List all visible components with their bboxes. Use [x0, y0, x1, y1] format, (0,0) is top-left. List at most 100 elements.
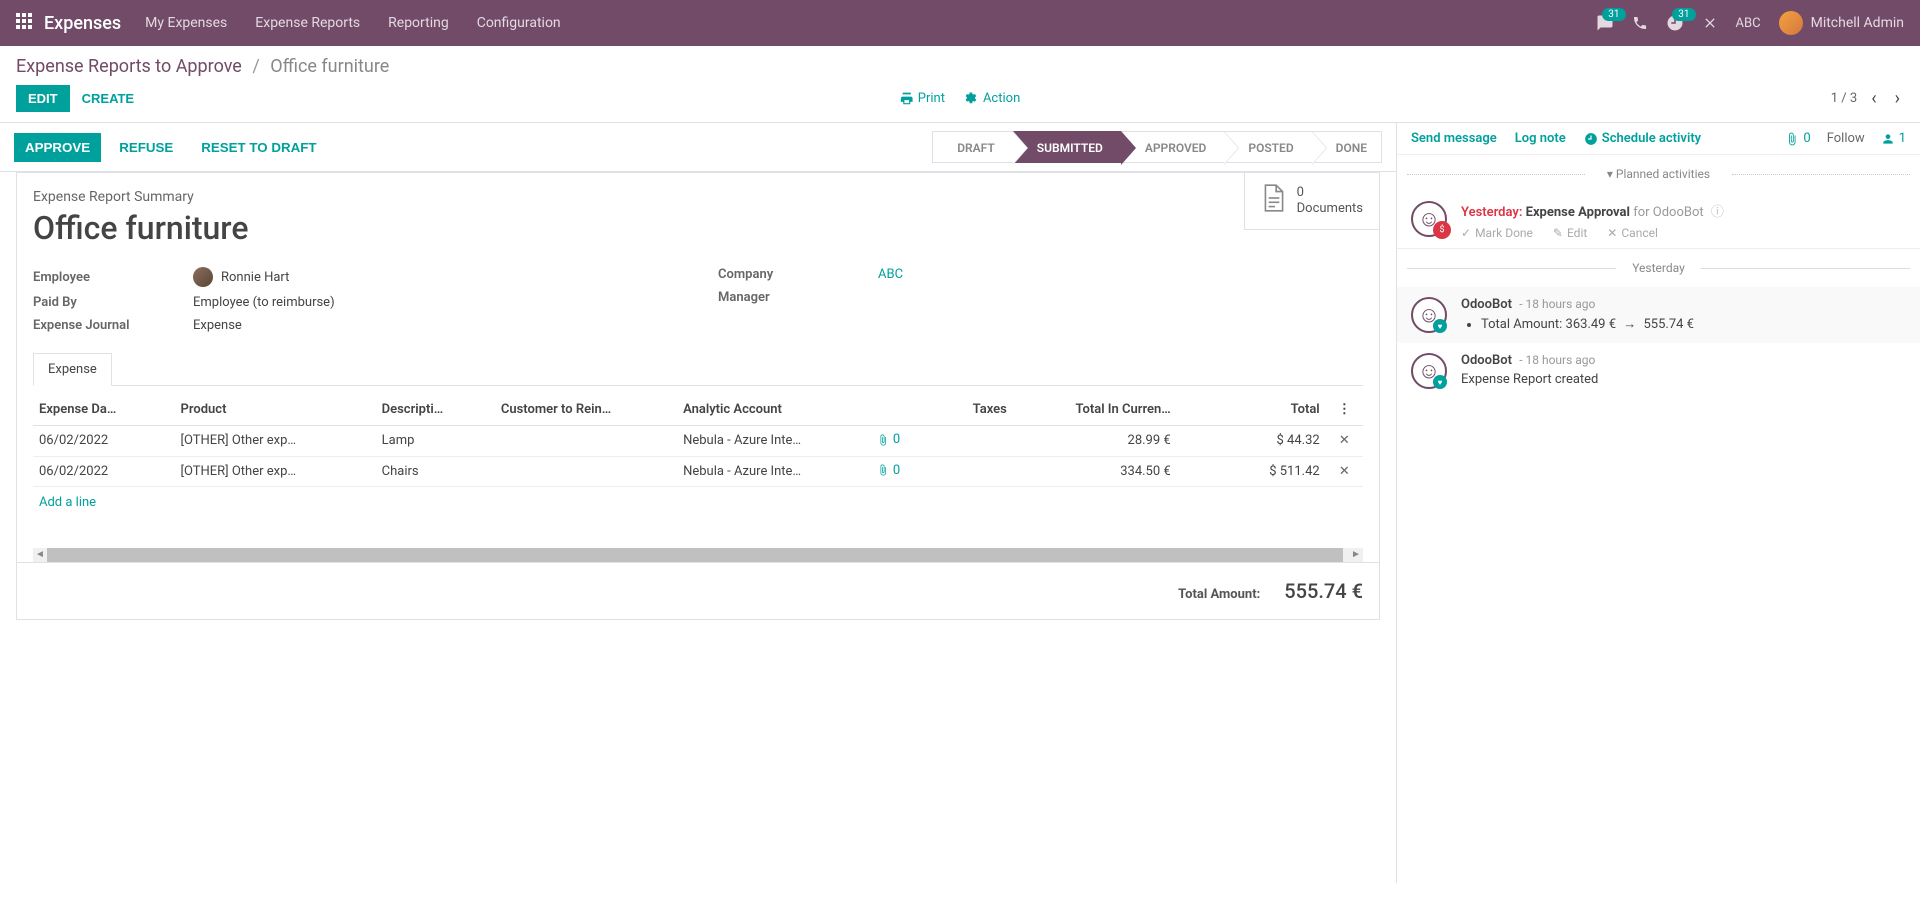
breadcrumb-sep: /: [252, 56, 259, 77]
cancel-activity-button[interactable]: ✕ Cancel: [1607, 226, 1658, 240]
table-row[interactable]: 06/02/2022[OTHER] Other exp…Chairs Nebula…: [33, 456, 1363, 487]
pager-prev[interactable]: ‹: [1867, 88, 1880, 109]
cell-analytic: Nebula - Azure Inte…: [677, 456, 871, 487]
print-button[interactable]: Print: [900, 91, 945, 106]
messages-icon[interactable]: 31: [1596, 14, 1614, 32]
status-steps: DRAFT SUBMITTED APPROVED POSTED DONE: [932, 131, 1382, 163]
message-author[interactable]: OdooBot: [1461, 297, 1512, 312]
cell-attach[interactable]: 0: [871, 426, 924, 457]
paidby-value: Employee (to reimburse): [193, 295, 335, 310]
nav-my-expenses[interactable]: My Expenses: [145, 15, 227, 31]
journal-value: Expense: [193, 318, 242, 333]
doc-label: Documents: [1297, 201, 1363, 217]
doc-count: 0: [1297, 185, 1363, 201]
message-text: Expense Report created: [1461, 372, 1906, 387]
nav-menu: My Expenses Expense Reports Reporting Co…: [145, 15, 1595, 31]
documents-button[interactable]: 0 Documents: [1244, 173, 1379, 230]
col-total[interactable]: Total: [1177, 394, 1326, 426]
cell-total: $ 511.42: [1177, 456, 1326, 487]
col-analytic[interactable]: Analytic Account: [677, 394, 871, 426]
table-hscroll[interactable]: [33, 548, 1363, 562]
employee-value: Ronnie Hart: [221, 270, 289, 285]
attachments-button[interactable]: 0: [1785, 131, 1810, 146]
action-button[interactable]: Action: [965, 91, 1020, 106]
refuse-button[interactable]: REFUSE: [109, 134, 183, 161]
user-avatar: [1779, 11, 1803, 35]
company-value[interactable]: ABC: [878, 267, 903, 282]
edit-button[interactable]: EDIT: [16, 85, 70, 112]
debug-icon[interactable]: [1702, 15, 1718, 31]
breadcrumb-parent[interactable]: Expense Reports to Approve: [16, 56, 242, 77]
user-menu[interactable]: Mitchell Admin: [1779, 11, 1904, 35]
col-taxes[interactable]: Taxes: [923, 394, 1012, 426]
cell-date: 06/02/2022: [33, 456, 175, 487]
journal-label: Expense Journal: [33, 318, 193, 333]
employee-label: Employee: [33, 270, 193, 285]
log-note-button[interactable]: Log note: [1515, 131, 1566, 146]
message-time: - 18 hours ago: [1519, 353, 1595, 367]
nav-expense-reports[interactable]: Expense Reports: [255, 15, 360, 31]
total-label: Total Amount:: [1178, 587, 1260, 602]
page-title: Office furniture: [17, 205, 1379, 263]
delete-row-icon[interactable]: ✕: [1326, 456, 1363, 487]
pager-text[interactable]: 1 / 3: [1831, 91, 1857, 106]
summary-label: Expense Report Summary: [17, 173, 1379, 205]
app-brand[interactable]: Expenses: [44, 13, 121, 34]
cell-customer: [495, 426, 677, 457]
cell-total-cur: 334.50 €: [1013, 456, 1177, 487]
message-avatar: ♥: [1411, 353, 1447, 389]
cell-attach[interactable]: 0: [871, 456, 924, 487]
activities-icon[interactable]: 31: [1666, 14, 1684, 32]
activity-due: Yesterday:: [1461, 205, 1522, 220]
top-navbar: Expenses My Expenses Expense Reports Rep…: [0, 0, 1920, 46]
col-total-cur[interactable]: Total In Curren…: [1013, 394, 1177, 426]
message-author[interactable]: OdooBot: [1461, 353, 1512, 368]
col-date[interactable]: Expense Da…: [33, 394, 175, 426]
nav-configuration[interactable]: Configuration: [477, 15, 561, 31]
edit-activity-button[interactable]: ✎ Edit: [1553, 226, 1587, 240]
col-menu[interactable]: ⋮: [1326, 394, 1363, 426]
company-switcher[interactable]: ABC: [1736, 16, 1761, 31]
phone-icon[interactable]: [1632, 15, 1648, 31]
company-label: Company: [718, 267, 878, 282]
reset-button[interactable]: RESET TO DRAFT: [191, 134, 326, 161]
col-product[interactable]: Product: [175, 394, 376, 426]
delete-row-icon[interactable]: ✕: [1326, 426, 1363, 457]
messages-badge: 31: [1602, 8, 1625, 21]
col-desc[interactable]: Descripti…: [376, 394, 495, 426]
cell-total: $ 44.32: [1177, 426, 1326, 457]
create-button[interactable]: CREATE: [70, 85, 146, 112]
approve-button[interactable]: APPROVE: [14, 133, 101, 162]
planned-activities-header[interactable]: ▾ Planned activities: [1397, 167, 1920, 181]
col-customer[interactable]: Customer to Rein…: [495, 394, 677, 426]
manager-label: Manager: [718, 290, 878, 305]
schedule-activity-button[interactable]: Schedule activity: [1584, 131, 1701, 146]
info-icon[interactable]: ⓘ: [1711, 205, 1724, 220]
mark-done-button[interactable]: ✓ Mark Done: [1461, 226, 1533, 240]
status-draft[interactable]: DRAFT: [932, 131, 1013, 163]
followers-button[interactable]: 1: [1881, 131, 1906, 146]
total-value: 555.74 €: [1284, 579, 1363, 603]
message-item: ♥ OdooBot - 18 hours ago Expense Report …: [1397, 343, 1920, 399]
apps-icon[interactable]: [16, 13, 32, 34]
send-message-button[interactable]: Send message: [1411, 131, 1497, 146]
col-attach: [871, 394, 924, 426]
cell-desc: Lamp: [376, 426, 495, 457]
nav-reporting[interactable]: Reporting: [388, 15, 449, 31]
tab-expense[interactable]: Expense: [33, 353, 112, 386]
cell-desc: Chairs: [376, 456, 495, 487]
activity-item: $ Yesterday: Expense Approval for OdooBo…: [1397, 193, 1920, 249]
employee-avatar: [193, 267, 213, 287]
activity-title[interactable]: Expense Approval: [1526, 205, 1630, 220]
status-approved[interactable]: APPROVED: [1121, 131, 1225, 163]
breadcrumb-current: Office furniture: [270, 56, 389, 77]
table-row[interactable]: 06/02/2022[OTHER] Other exp…LampNebula -…: [33, 426, 1363, 457]
pager-next[interactable]: ›: [1891, 88, 1904, 109]
status-submitted[interactable]: SUBMITTED: [1013, 131, 1121, 163]
cell-product: [OTHER] Other exp…: [175, 456, 376, 487]
user-name: Mitchell Admin: [1811, 15, 1904, 31]
message-time: - 18 hours ago: [1519, 297, 1595, 311]
activity-type-icon: $: [1433, 221, 1451, 239]
add-line-link[interactable]: Add a line: [33, 487, 1363, 518]
follow-button[interactable]: Follow: [1827, 131, 1865, 146]
